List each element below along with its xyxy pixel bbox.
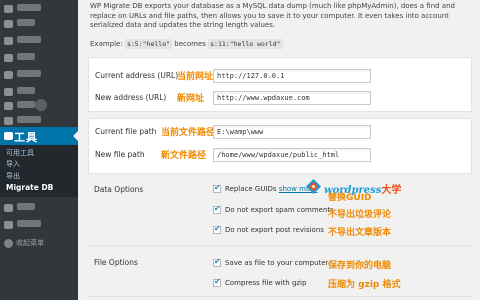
watermark-text-en: wordpress [324, 185, 382, 196]
menu-icon [4, 5, 13, 13]
tools-submenu: 可用工具 导入 导出 Migrate DB [0, 145, 78, 197]
compress-gzip-label: Compress file with gzip [225, 279, 307, 287]
current-filepath-note: 当前文件路径 [161, 128, 216, 138]
save-to-computer-note: 保存到你的电脑 [328, 261, 392, 271]
file-options-heading: File Options [94, 258, 138, 267]
nav-label-blurred [17, 19, 35, 26]
checkbox-checked-icon[interactable] [213, 204, 221, 214]
update-count-badge [35, 99, 47, 111]
data-options-heading: Data Options [94, 185, 144, 194]
replace-guids-label: Replace GUIDs [225, 185, 277, 193]
no-post-revisions-checkbox[interactable]: Do not export post revisions [213, 224, 333, 236]
nav-label-blurred [17, 87, 35, 94]
nav-label-blurred [17, 53, 35, 60]
current-filepath-label: Current file path [95, 127, 157, 136]
menu-icon [4, 88, 13, 96]
new-address-input[interactable]: http://www.wpdaxue.com [213, 91, 371, 105]
new-filepath-label: New file path [95, 150, 145, 159]
filepath-panel: Current file path 当前文件路径 E:\wamp\www New… [88, 118, 472, 174]
no-spam-comments-label: Do not export spam comments [225, 206, 334, 214]
nav-item-10[interactable] [0, 216, 78, 234]
no-spam-comments-checkbox[interactable]: Do not export spam comments [213, 204, 334, 216]
new-filepath-input[interactable]: /home/www/wpdaxue/public_html [213, 148, 371, 162]
submenu-available-tools[interactable]: 可用工具 [6, 148, 34, 158]
replace-guids-text: Replace GUIDs show more [225, 185, 317, 193]
main-content: WP Migrate DB exports your database as a… [78, 0, 480, 300]
current-filepath-input[interactable]: E:\wamp\www [213, 125, 371, 139]
example-from: s:5:"hello" [124, 39, 173, 49]
current-address-label: Current address (URL) [95, 71, 179, 80]
nav-label-blurred [17, 4, 41, 11]
new-address-label: New address (URL) [95, 93, 167, 102]
nav-label-blurred [17, 220, 41, 227]
submenu-migrate-db[interactable]: Migrate DB [6, 183, 53, 192]
nav-item-5[interactable] [0, 66, 78, 84]
example-mid: becomes [174, 40, 206, 48]
example-line: Example: s:5:"hello" becomes s:11:"hello… [90, 39, 283, 49]
menu-icon [4, 71, 13, 79]
nav-label-blurred [17, 203, 35, 210]
section-divider [88, 296, 472, 297]
collapse-icon [4, 238, 13, 248]
intro-text: WP Migrate DB exports your database as a… [90, 2, 455, 30]
menu-icon [4, 204, 13, 212]
checkbox-checked-icon[interactable] [213, 224, 221, 234]
watermark-text: wordpress大学 [324, 181, 401, 196]
section-divider [88, 245, 472, 246]
collapse-menu-button[interactable]: 收起菜单 [4, 238, 44, 248]
nav-item-tools[interactable]: 工具 [0, 127, 78, 145]
checkbox-checked-icon[interactable] [213, 257, 221, 267]
nav-item-3[interactable] [0, 32, 78, 50]
menu-icon [4, 102, 13, 110]
admin-sidebar: 工具 可用工具 导入 导出 Migrate DB 收起菜单 [0, 0, 78, 300]
current-address-input[interactable]: http://127.0.0.1 [213, 69, 371, 83]
collapse-label: 收起菜单 [16, 239, 44, 247]
nav-label-blurred [17, 116, 41, 123]
menu-icon [4, 221, 13, 229]
checkbox-checked-icon[interactable] [213, 277, 221, 287]
submenu-export[interactable]: 导出 [6, 171, 20, 181]
wrench-icon [4, 132, 13, 140]
no-spam-comments-note: 不导出垃圾评论 [328, 210, 392, 220]
compress-gzip-note: 压缩为 gzip 格式 [328, 280, 401, 290]
save-to-computer-label: Save as file to your computer [225, 259, 329, 267]
submenu-import[interactable]: 导入 [6, 159, 20, 169]
nav-item-4[interactable] [0, 49, 78, 67]
compress-gzip-checkbox[interactable]: Compress file with gzip [213, 277, 333, 289]
nav-item-9[interactable] [0, 199, 78, 217]
menu-icon [4, 20, 13, 28]
menu-icon [4, 54, 13, 62]
address-panel: Current address (URL) 当前网址 http://127.0.… [88, 57, 472, 112]
nav-item-2[interactable] [0, 15, 78, 33]
menu-icon [4, 37, 13, 45]
example-prefix: Example: [90, 40, 123, 48]
no-post-revisions-label: Do not export post revisions [225, 226, 324, 234]
menu-icon [4, 117, 13, 125]
new-address-note: 新网址 [177, 94, 205, 104]
example-to: s:11:"hello world" [208, 39, 283, 49]
watermark-text-cn: 大学 [381, 185, 402, 196]
current-address-note: 当前网址 [177, 72, 214, 82]
nav-label-blurred [17, 70, 41, 77]
no-post-revisions-note: 不导出文章版本 [328, 228, 392, 238]
new-filepath-note: 新文件路径 [161, 151, 207, 161]
checkbox-checked-icon[interactable] [213, 183, 221, 193]
wpdaxue-logo-icon [306, 179, 321, 194]
tools-heading: 工具 [14, 131, 38, 144]
nav-label-blurred [17, 36, 41, 43]
save-to-computer-checkbox[interactable]: Save as file to your computer [213, 257, 333, 269]
nav-label-blurred [17, 101, 35, 108]
